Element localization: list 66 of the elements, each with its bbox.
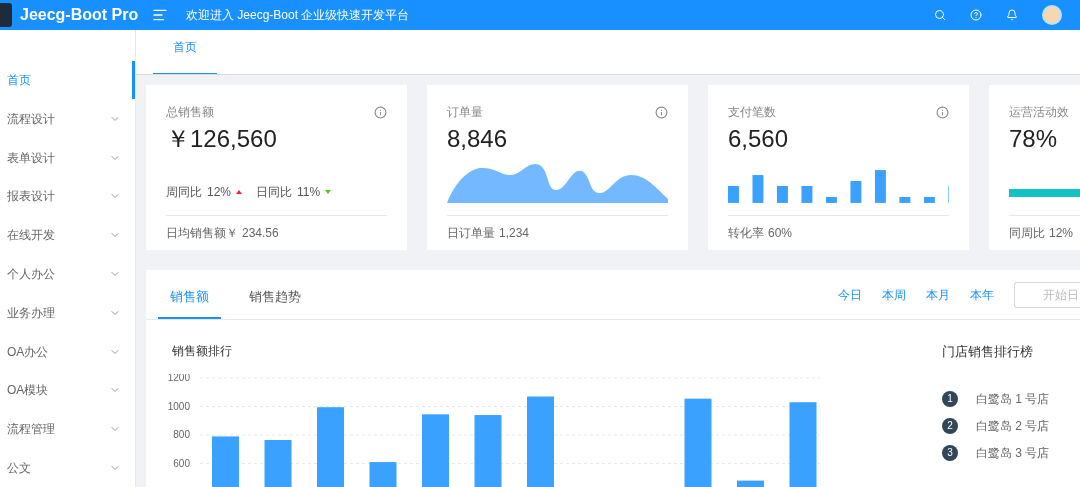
footer-label: 转化率 — [728, 225, 764, 242]
trend-value: 12% — [207, 184, 232, 201]
axis-tick-label: 1000 — [167, 400, 190, 412]
avatar[interactable] — [1042, 5, 1062, 25]
rank-number: 3 — [942, 444, 958, 461]
info-icon[interactable] — [936, 105, 949, 119]
sidebar-item[interactable]: 表单设计 — [0, 138, 135, 177]
period-link[interactable]: 本月 — [926, 285, 950, 304]
chart-bar — [264, 440, 292, 487]
sidebar-item[interactable]: 个人办公 — [0, 255, 135, 293]
sales-tab[interactable]: 销售趋势 — [237, 275, 313, 319]
sidebar-item[interactable]: 流程设计 — [0, 99, 135, 138]
sidebar-item[interactable]: 报表设计 — [0, 177, 135, 216]
footer-value: 60% — [768, 225, 793, 242]
footer-value: 234.56 — [242, 225, 279, 242]
card-title: 运营活动效 — [1009, 104, 1069, 121]
sidebar-item[interactable]: 公文 — [0, 449, 135, 487]
app-name: Jeecg-Boot Pro — [20, 5, 140, 25]
sidebar-item[interactable]: OA模块 — [0, 371, 135, 410]
welcome-text: 欢迎进入 Jeecg-Boot 企业级快速开发平台 — [186, 7, 410, 24]
rank-number: 2 — [942, 417, 958, 434]
card-title: 支付笔数 — [728, 104, 776, 121]
axis-tick-label: 600 — [173, 457, 190, 469]
card-value: 8,846 — [447, 124, 509, 154]
sidebar-item[interactable]: OA办公 — [0, 332, 135, 371]
logo-icon — [0, 3, 12, 27]
card-title: 总销售额 — [166, 104, 214, 121]
chart-title: 销售额排行 — [172, 343, 233, 360]
trend-label: 日同比 — [256, 184, 293, 201]
sidebar-item[interactable]: 流程管理 — [0, 410, 135, 449]
page-tab[interactable]: 首页 — [153, 38, 217, 74]
date-field[interactable]: 开始日 — [1014, 281, 1080, 308]
search-icon[interactable] — [934, 9, 946, 21]
sidebar-item[interactable]: 业务办理 — [0, 293, 135, 332]
card-title: 订单量 — [447, 104, 483, 121]
store-name: 白鹭岛 1 号店 — [976, 390, 1050, 408]
menu-icon[interactable] — [152, 7, 168, 23]
period-link[interactable]: 本周 — [882, 285, 906, 304]
chart-bar — [737, 480, 764, 487]
chart-bar — [369, 462, 397, 487]
help-icon[interactable] — [970, 9, 982, 21]
axis-tick-label: 800 — [173, 429, 190, 440]
period-link[interactable]: 今日 — [838, 285, 862, 304]
footer-label: 同周比 — [1009, 225, 1045, 242]
period-link[interactable]: 本年 — [970, 285, 994, 304]
ranking-title: 门店销售排行榜 — [942, 343, 1034, 361]
card-value: 78% — [1009, 124, 1059, 154]
trend-label: 周同比 — [166, 184, 202, 201]
footer-value: 12% — [1049, 225, 1074, 242]
footer-value: 1,234 — [499, 225, 530, 242]
chart-bar — [212, 436, 239, 487]
store-name: 白鹭岛 2 号店 — [976, 417, 1050, 435]
card-value: 6,560 — [728, 124, 790, 154]
footer-label: 日订单量 — [447, 225, 495, 242]
trend-value: 11% — [297, 184, 321, 201]
info-icon[interactable] — [655, 105, 668, 119]
card-value: ￥126,560 — [166, 124, 278, 154]
bell-icon[interactable] — [1006, 9, 1018, 21]
store-name: 白鹭岛 3 号店 — [976, 444, 1050, 462]
sidebar-item[interactable]: 在线开发 — [0, 216, 135, 255]
sales-tab[interactable]: 销售额 — [158, 275, 221, 319]
chart-bar — [474, 415, 502, 487]
axis-tick-label: 1200 — [167, 374, 190, 383]
info-icon[interactable] — [374, 105, 387, 119]
rank-number: 1 — [942, 390, 958, 407]
footer-label: 日均销售额￥ — [166, 225, 238, 242]
